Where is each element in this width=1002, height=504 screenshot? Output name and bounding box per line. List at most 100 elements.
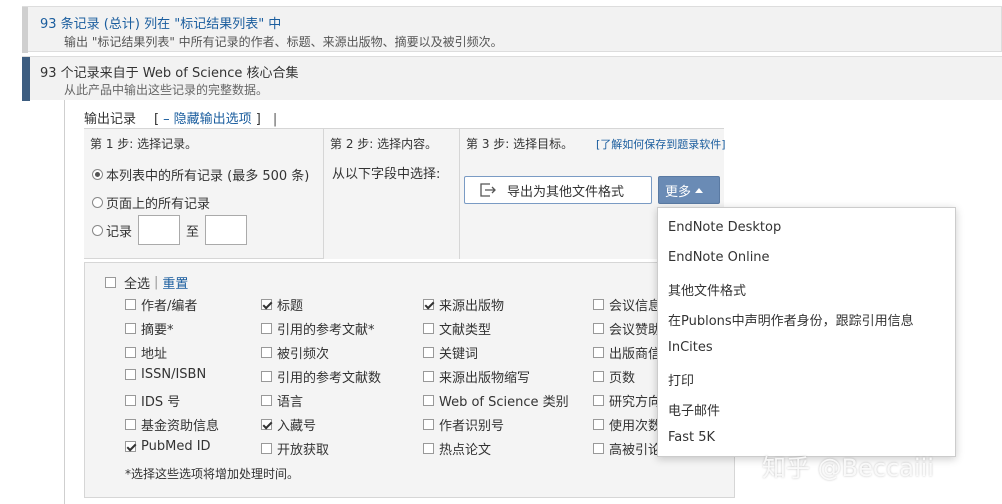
hide-output-options-link[interactable]: 隐藏输出选项 — [174, 112, 252, 127]
citation-software-help-link[interactable]: [了解如何保存到题录软件] — [596, 136, 726, 152]
field-option[interactable]: ISSN/ISBN — [125, 367, 206, 382]
field-checkbox[interactable] — [423, 371, 434, 382]
record-from-input[interactable] — [138, 215, 181, 245]
field-option[interactable]: Web of Science 类别 — [423, 391, 569, 410]
field-option[interactable]: 高被引论 — [593, 439, 661, 458]
select-all-row: 全选 | 重置 — [105, 273, 188, 292]
field-option[interactable]: IDS 号 — [125, 391, 180, 410]
field-checkbox[interactable] — [593, 419, 604, 430]
field-option[interactable]: 标题 — [261, 295, 303, 314]
field-option[interactable]: 被引频次 — [261, 343, 329, 362]
output-records-header: 输出记录 [– 隐藏输出选项 ] | — [84, 108, 277, 127]
panel-divider — [64, 100, 65, 504]
radio-all-list-control[interactable] — [92, 169, 103, 180]
field-checkbox[interactable] — [261, 299, 272, 310]
field-option[interactable]: 出版商信 — [593, 343, 661, 362]
field-checkbox[interactable] — [125, 299, 136, 310]
core-collection-summary: 93 个记录来自于 Web of Science 核心合集 从此产品中输出这些记… — [22, 56, 1002, 101]
field-checkbox[interactable] — [423, 347, 434, 358]
radio-records-control[interactable] — [92, 224, 103, 236]
field-option[interactable]: 热点论文 — [423, 439, 491, 458]
field-checkbox[interactable] — [593, 347, 604, 358]
collapse-icon[interactable]: – — [163, 112, 170, 127]
field-option[interactable]: 基金资助信息 — [125, 415, 219, 434]
field-option[interactable]: 关键词 — [423, 343, 478, 362]
processing-note: *选择这些选项将增加处理时间。 — [125, 467, 300, 481]
reset-link[interactable]: 重置 — [162, 273, 188, 292]
field-checkbox[interactable] — [261, 323, 272, 334]
field-option[interactable]: 使用次数 — [593, 415, 661, 434]
field-option[interactable]: 来源出版物 — [423, 295, 504, 314]
menu-item-endnote-desktop[interactable]: EndNote Desktop — [668, 220, 781, 235]
more-dropdown-button[interactable]: 更多 — [658, 176, 720, 204]
field-option[interactable]: 作者/编者 — [125, 295, 197, 314]
field-checkbox[interactable] — [593, 371, 604, 382]
field-option[interactable]: 作者识别号 — [423, 415, 504, 434]
field-checkbox[interactable] — [125, 419, 136, 430]
radio-page-control[interactable] — [92, 197, 103, 208]
core-collection-title: 93 个记录来自于 Web of Science 核心合集 — [40, 66, 299, 81]
core-collection-desc: 从此产品中输出这些记录的完整数据。 — [64, 83, 269, 97]
export-icon — [480, 183, 496, 197]
field-checkbox[interactable] — [423, 443, 434, 454]
field-checkbox[interactable] — [125, 395, 136, 406]
field-label: 被引频次 — [277, 347, 330, 362]
field-checkbox[interactable] — [125, 347, 136, 358]
menu-item-other-formats[interactable]: 其他文件格式 — [668, 280, 746, 299]
more-label: 更多 — [665, 184, 692, 200]
field-option[interactable]: 摘要* — [125, 319, 174, 338]
field-checkbox[interactable] — [423, 299, 434, 310]
step-1-panel: 第 1 步: 选择记录。 本列表中的所有记录 (最多 500 条) 页面上的所有… — [84, 129, 324, 259]
menu-item-print[interactable]: 打印 — [668, 370, 694, 389]
select-all-label[interactable]: 全选 — [124, 273, 150, 292]
field-option[interactable]: 开放获取 — [261, 439, 329, 458]
menu-item-fast-5k[interactable]: Fast 5K — [668, 430, 715, 445]
field-checkbox[interactable] — [125, 369, 136, 380]
field-option[interactable]: 页数 — [593, 367, 635, 386]
field-checkbox[interactable] — [593, 395, 604, 406]
field-label: 语言 — [277, 395, 304, 410]
field-option[interactable]: 引用的参考文献* — [261, 319, 375, 338]
field-checkbox[interactable] — [593, 443, 604, 454]
field-checkbox[interactable] — [261, 347, 272, 358]
field-option[interactable]: 会议信息 — [593, 295, 661, 314]
field-option[interactable]: 地址 — [125, 343, 167, 362]
field-label: 文献类型 — [439, 323, 492, 338]
field-checkbox[interactable] — [261, 443, 272, 454]
field-option[interactable]: 来源出版物缩写 — [423, 367, 530, 386]
field-label: 地址 — [141, 347, 168, 362]
field-option[interactable]: 会议赞助 — [593, 319, 661, 338]
field-option[interactable]: 文献类型 — [423, 319, 491, 338]
select-all-checkbox[interactable] — [105, 277, 116, 288]
field-label: 开放获取 — [277, 443, 330, 458]
field-checkbox[interactable] — [423, 323, 434, 334]
field-checkbox[interactable] — [593, 323, 604, 334]
export-other-format-button[interactable]: 导出为其他文件格式 — [464, 176, 652, 204]
field-checkbox[interactable] — [125, 441, 136, 452]
field-checkbox[interactable] — [593, 299, 604, 310]
radio-all-list[interactable]: 本列表中的所有记录 (最多 500 条) — [92, 165, 309, 184]
marked-list-title[interactable]: 93 条记录 (总计) 列在 "标记结果列表" 中 — [40, 13, 281, 32]
field-checkbox[interactable] — [261, 371, 272, 382]
menu-item-incites[interactable]: InCites — [668, 340, 713, 355]
field-label: IDS 号 — [141, 395, 181, 410]
field-label: 热点论文 — [439, 443, 492, 458]
field-checkbox[interactable] — [261, 395, 272, 406]
field-checkbox[interactable] — [261, 419, 272, 430]
field-option[interactable]: 入藏号 — [261, 415, 316, 434]
field-label: ISSN/ISBN — [141, 367, 207, 382]
menu-item-endnote-online[interactable]: EndNote Online — [668, 250, 770, 265]
menu-item-email[interactable]: 电子邮件 — [668, 400, 720, 419]
field-option[interactable]: 引用的参考文献数 — [261, 367, 381, 386]
field-checkbox[interactable] — [423, 395, 434, 406]
field-option[interactable]: 研究方向 — [593, 391, 661, 410]
radio-records[interactable]: 记录 至 — [92, 215, 253, 245]
field-checkbox[interactable] — [125, 323, 136, 334]
menu-item-publons[interactable]: 在Publons中声明作者身份，跟踪引用信息 — [668, 310, 914, 329]
field-label: 来源出版物缩写 — [439, 371, 531, 386]
field-option[interactable]: PubMed ID — [125, 439, 211, 454]
field-option[interactable]: 语言 — [261, 391, 303, 410]
field-checkbox[interactable] — [423, 419, 434, 430]
record-to-input[interactable] — [205, 215, 248, 245]
radio-page[interactable]: 页面上的所有记录 — [92, 193, 210, 212]
